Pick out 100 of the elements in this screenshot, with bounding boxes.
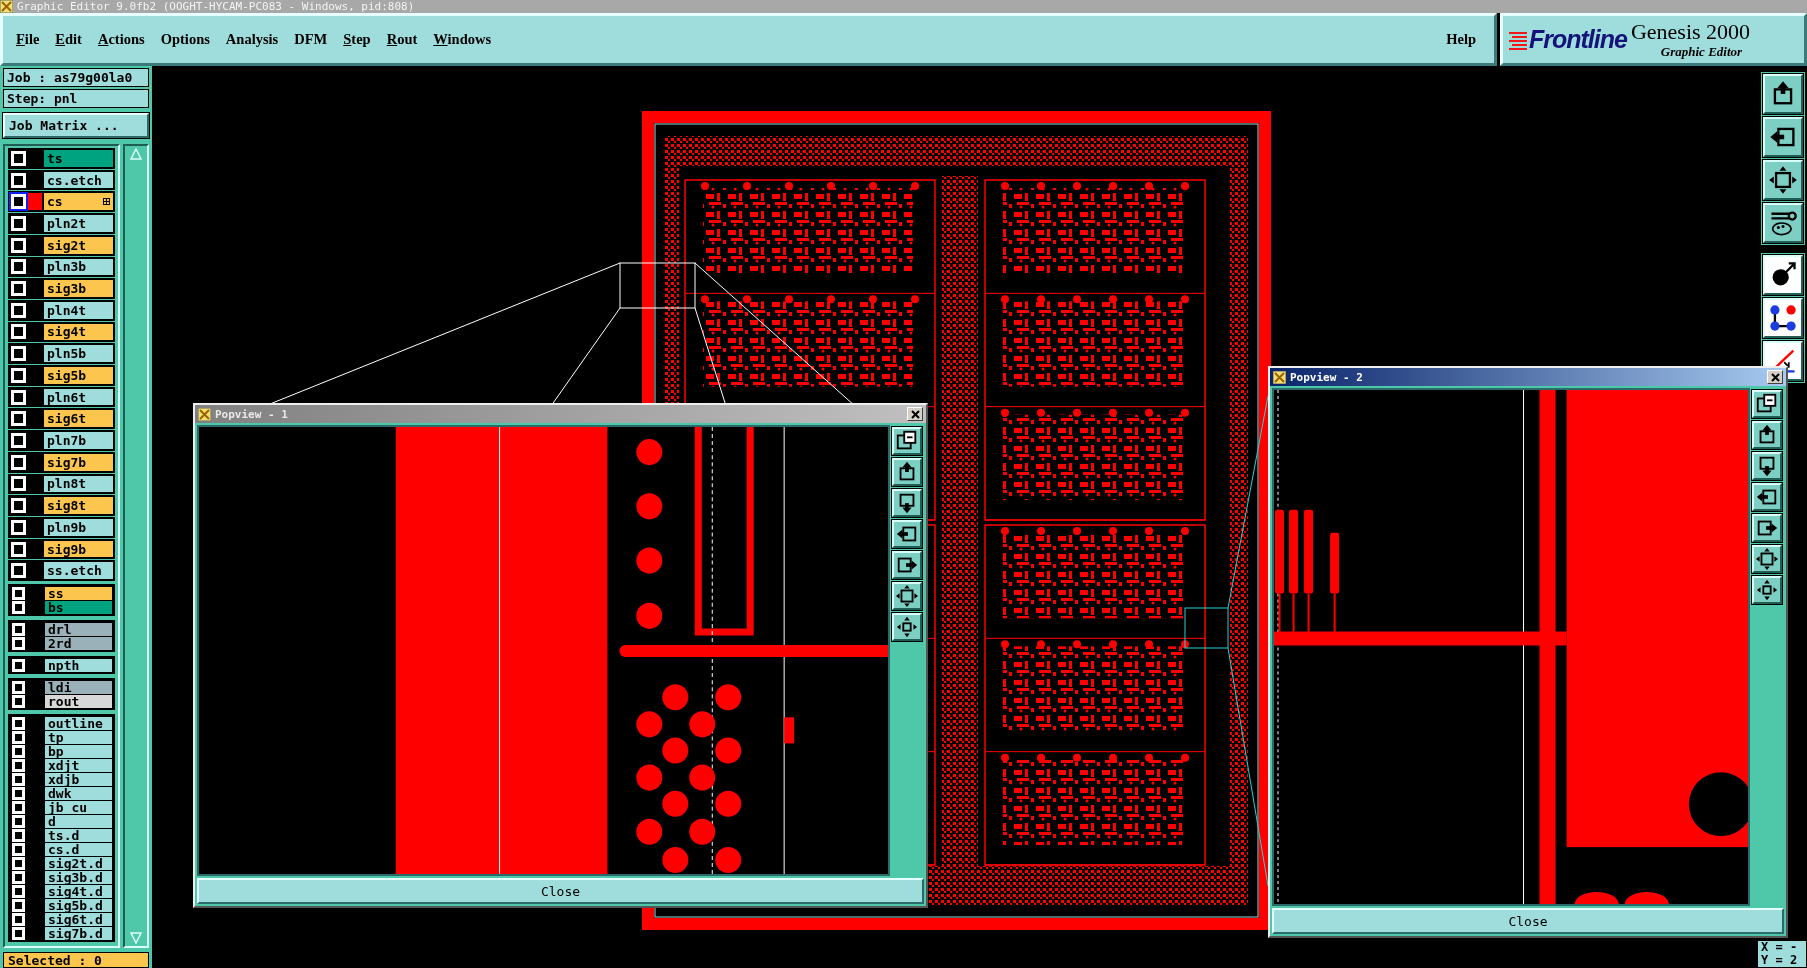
layer-checkbox[interactable] (12, 659, 25, 673)
close-button[interactable] (907, 407, 923, 421)
layer-name[interactable]: sig2t.d (45, 857, 112, 871)
layer-name[interactable]: sig9b (44, 540, 113, 558)
layer-checkbox[interactable] (11, 302, 26, 318)
layer-name[interactable]: ldi (45, 681, 112, 695)
layer-name[interactable]: tp (45, 731, 112, 745)
menu-item[interactable]: Rout (386, 31, 418, 48)
layer-checkbox[interactable] (12, 815, 25, 829)
layer-name[interactable]: sig5b (44, 367, 113, 384)
layer-name[interactable]: pln7b (44, 432, 113, 449)
tool-button[interactable] (892, 458, 922, 486)
layer-checkbox[interactable] (12, 745, 25, 759)
layer-checkbox[interactable] (12, 773, 25, 787)
layer-checkbox[interactable] (11, 172, 26, 188)
menu-item[interactable]: DFM (294, 31, 328, 48)
tool-button[interactable] (1763, 74, 1803, 114)
layer-checkbox[interactable] (12, 681, 25, 695)
layer-name[interactable]: sig4t (44, 323, 113, 341)
layer-checkbox[interactable] (11, 237, 26, 253)
layer-checkbox[interactable] (11, 498, 26, 514)
tool-button[interactable] (1752, 545, 1782, 573)
layer-name[interactable]: pln3b (44, 258, 113, 276)
layer-name[interactable]: ts (44, 150, 113, 167)
layer-name[interactable]: cs (44, 193, 113, 211)
layer-name[interactable]: 2rd (45, 637, 112, 651)
layer-name[interactable]: bp (45, 745, 112, 759)
layer-checkbox[interactable] (12, 801, 25, 815)
layer-name[interactable]: ts.d (45, 829, 112, 843)
layer-name[interactable]: ss (45, 587, 112, 601)
menu-item[interactable]: Edit (55, 31, 82, 48)
tool-button[interactable] (1763, 117, 1803, 157)
layer-checkbox[interactable] (12, 927, 25, 941)
job-matrix-button[interactable]: Job Matrix ... (3, 113, 149, 138)
menu-item[interactable]: Analysis (225, 31, 279, 48)
layer-name[interactable]: pln9b (44, 518, 113, 536)
layer-checkbox[interactable] (12, 717, 25, 731)
tool-button[interactable] (892, 520, 922, 548)
tool-button[interactable] (1752, 483, 1782, 511)
layer-checkbox[interactable] (12, 787, 25, 801)
layer-name[interactable]: bs (45, 601, 112, 615)
layer-checkbox[interactable] (12, 899, 25, 913)
layer-name[interactable]: sig6t (44, 410, 113, 428)
layer-name[interactable]: dwk (45, 787, 112, 801)
layer-checkbox[interactable] (11, 389, 26, 405)
layer-name[interactable]: pln6t (44, 388, 113, 406)
tool-button[interactable] (1763, 255, 1803, 295)
layer-checkbox[interactable] (11, 194, 26, 210)
layer-checkbox[interactable] (11, 541, 26, 557)
tool-button[interactable] (1752, 390, 1782, 418)
layer-name[interactable]: xdjb (45, 773, 112, 787)
layer-name[interactable]: sig7b.d (45, 927, 112, 941)
layer-checkbox[interactable] (12, 843, 25, 857)
tool-button[interactable] (1763, 160, 1803, 200)
layer-name[interactable]: pln5b (44, 345, 113, 363)
layer-checkbox[interactable] (11, 259, 26, 275)
menu-item[interactable]: Windows (433, 31, 492, 48)
layer-checkbox[interactable] (12, 637, 25, 651)
layer-name[interactable]: cs.d (45, 843, 112, 857)
tool-button[interactable] (1752, 576, 1782, 604)
tool-button[interactable] (1752, 514, 1782, 542)
layer-name[interactable]: sig5b.d (45, 899, 112, 913)
tool-button[interactable] (892, 551, 922, 579)
close-button[interactable] (1767, 370, 1783, 384)
layer-name[interactable]: npth (45, 659, 112, 673)
layer-checkbox[interactable] (12, 871, 25, 885)
close-button[interactable]: Close (1272, 908, 1784, 934)
menu-item[interactable]: File (16, 31, 40, 48)
tool-button[interactable] (1752, 452, 1782, 480)
tool-button[interactable] (892, 582, 922, 610)
close-button[interactable]: Close (197, 878, 924, 904)
tool-button[interactable] (1752, 421, 1782, 449)
layer-checkbox[interactable] (11, 411, 26, 427)
layer-checkbox[interactable] (11, 215, 26, 231)
tool-button[interactable] (1763, 203, 1803, 243)
tool-button[interactable] (892, 427, 922, 455)
layer-name[interactable]: cs.etch (44, 171, 113, 189)
layer-checkbox[interactable] (12, 913, 25, 927)
layer-checkbox[interactable] (12, 623, 25, 637)
menu-item[interactable]: Step (343, 31, 371, 48)
layer-name[interactable]: sig4t.d (45, 885, 112, 899)
layer-name[interactable]: d (45, 815, 112, 829)
layer-checkbox[interactable] (11, 367, 26, 383)
layer-checkbox[interactable] (11, 150, 26, 166)
layer-name[interactable]: sig3b (44, 280, 113, 297)
layer-checkbox[interactable] (11, 454, 26, 470)
layer-checkbox[interactable] (12, 829, 25, 843)
layer-name[interactable]: xdjt (45, 759, 112, 773)
layer-checkbox[interactable] (11, 281, 26, 297)
layer-checkbox[interactable] (12, 759, 25, 773)
layer-checkbox[interactable] (11, 563, 26, 579)
layer-checkbox[interactable] (12, 857, 25, 871)
layer-checkbox[interactable] (12, 731, 25, 745)
menu-item[interactable]: Actions (97, 31, 145, 48)
layer-name[interactable]: rout (45, 695, 112, 709)
layer-name[interactable]: sig7b (44, 453, 113, 471)
layer-name[interactable]: sig2t (44, 236, 113, 254)
layer-name[interactable]: pln2t (44, 215, 113, 232)
layer-name[interactable]: pln4t (44, 301, 113, 319)
layer-checkbox[interactable] (12, 695, 25, 709)
